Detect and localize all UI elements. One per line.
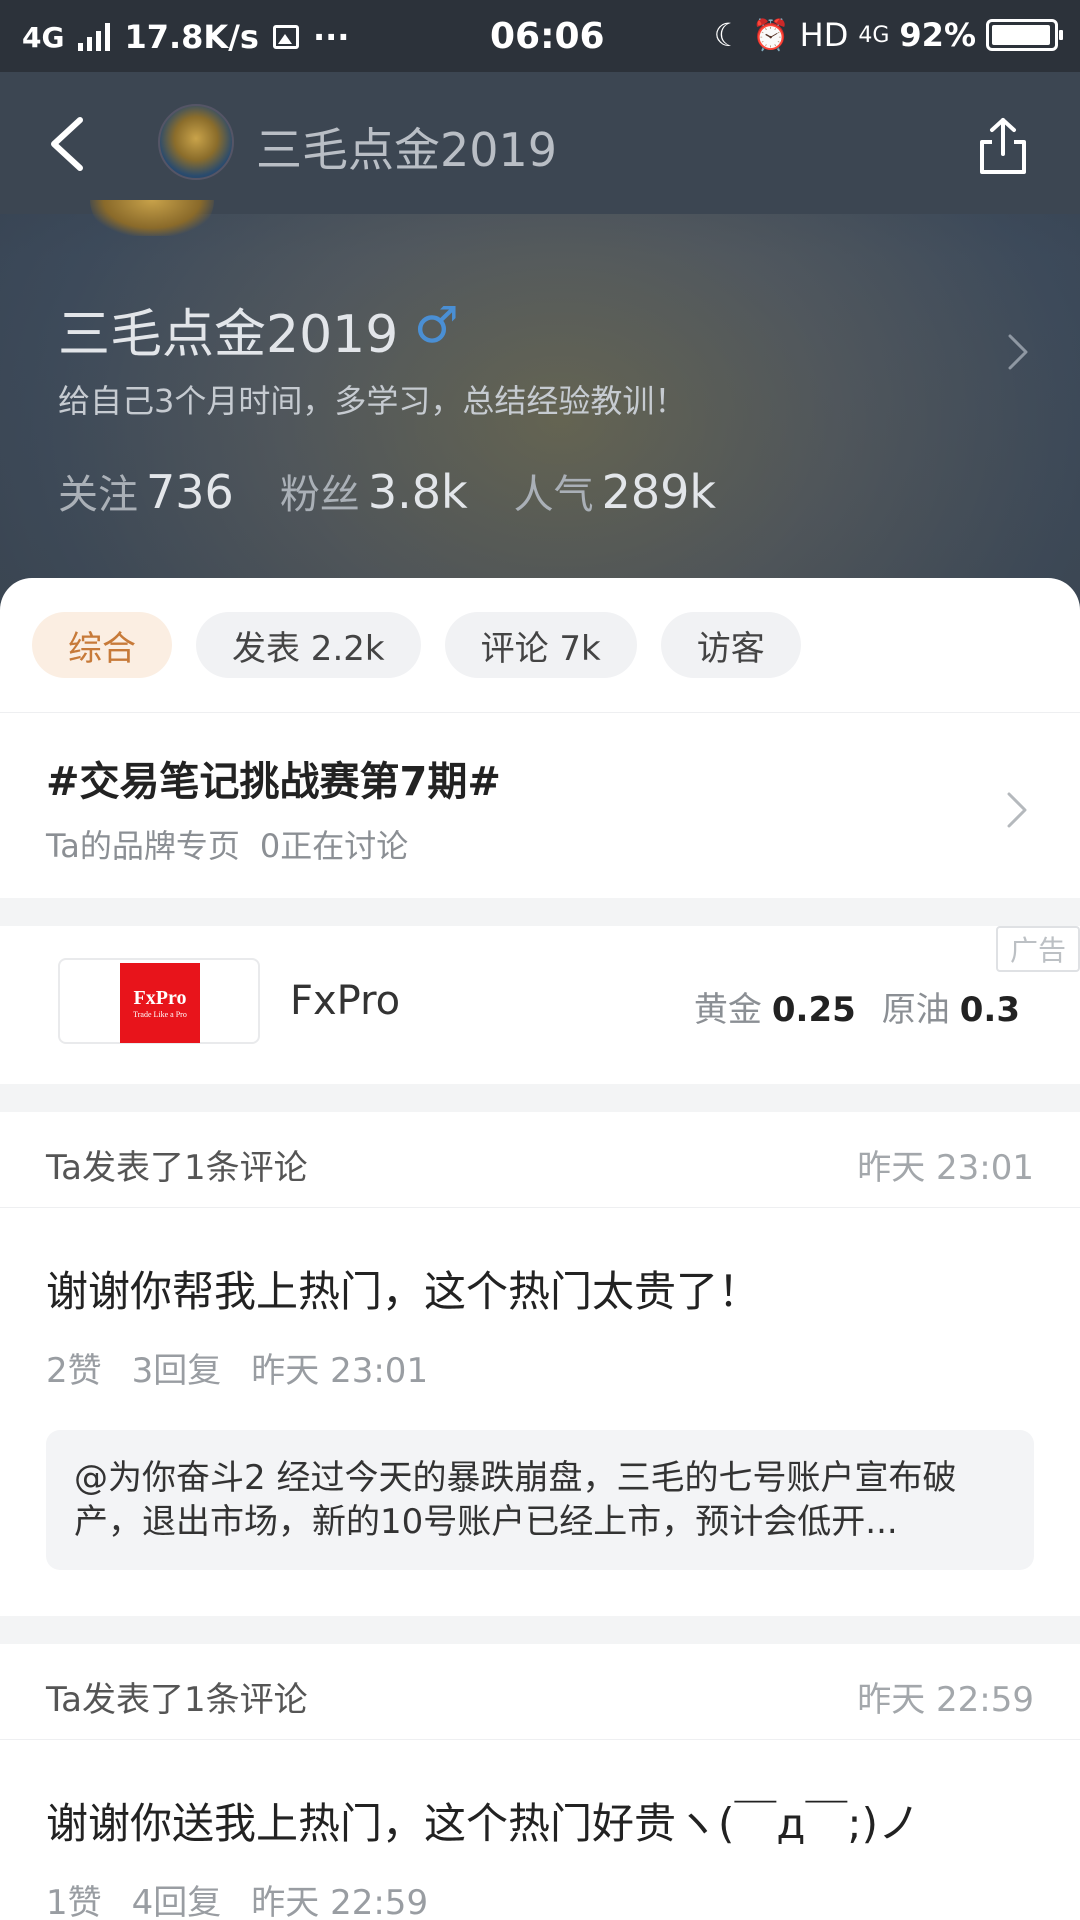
post-header-title: Ta发表了1条评论 <box>46 1148 308 1188</box>
post-likes[interactable]: 1赞 <box>46 1875 102 1920</box>
post-text: 谢谢你帮我上热门，这个热门太贵了！ <box>46 1267 761 1316</box>
alarm-icon: ⏰ <box>752 17 790 53</box>
topic-card[interactable]: #交易笔记挑战赛第7期# Ta的品牌专页 0正在讨论 <box>0 712 1080 898</box>
stat-value: 3.8k <box>367 465 468 519</box>
topic-discussing-count: 0正在讨论 <box>259 827 409 865</box>
ad-badge: 广告 <box>996 926 1080 972</box>
stat-popularity[interactable]: 人气 289k <box>514 462 716 520</box>
quote-oil: 原油 0.3 <box>881 990 1020 1030</box>
ad-quotes: 黄金 0.25 原油 0.3 <box>694 982 1020 1031</box>
comment-post[interactable]: Ta发表了1条评论 昨天 22:59 谢谢你送我上热门，这个热门好贵ヽ(￣д￣;… <box>0 1644 1080 1920</box>
ad-name: FxPro <box>290 978 401 1024</box>
clock: 06:06 <box>490 16 605 57</box>
post-replies[interactable]: 3回复 <box>132 1343 222 1392</box>
nav-title: 三毛点金2019 <box>256 123 558 177</box>
image-notification-icon <box>272 25 299 49</box>
post-header-time: 昨天 22:59 <box>857 1680 1034 1720</box>
nav-bar: 三毛点金2019 <box>0 72 1080 214</box>
stat-value: 289k <box>601 465 717 519</box>
hd-indicator: HD <box>799 16 849 54</box>
nav-avatar[interactable] <box>158 104 234 180</box>
fxpro-logo: FxPro Trade Like a Pro <box>120 963 200 1043</box>
topic-brand-page: Ta的品牌专页 <box>46 827 240 865</box>
post-time: 昨天 23:01 <box>251 1351 429 1391</box>
profile-avatar[interactable] <box>90 200 214 236</box>
tab-posts[interactable]: 发表 2.2k <box>196 612 421 678</box>
post-time: 昨天 22:59 <box>251 1883 429 1920</box>
post-header-time: 昨天 23:01 <box>857 1148 1034 1188</box>
ad-card[interactable]: FxPro Trade Like a Pro FxPro 黄金 0.25 原油 0.… <box>0 926 1080 1084</box>
quoted-comment[interactable]: @为你奋斗2 经过今天的暴跌崩盘，三毛的七号账户宣布破产，退出市场，新的10号账… <box>46 1430 1034 1570</box>
tab-visitors[interactable]: 访客 <box>660 612 801 678</box>
filter-tabs: 综合 发表 2.2k 评论 7k 访客 <box>0 578 1080 712</box>
stat-label: 粉丝 <box>279 472 360 518</box>
ad-logo-frame: FxPro Trade Like a Pro <box>58 958 260 1044</box>
stat-fans[interactable]: 粉丝 3.8k <box>280 462 468 520</box>
back-arrow-icon[interactable] <box>46 116 90 172</box>
comment-post[interactable]: Ta发表了1条评论 昨天 23:01 谢谢你帮我上热门，这个热门太贵了！ 2赞 … <box>0 1112 1080 1616</box>
content: 综合 发表 2.2k 评论 7k 访客 #交易笔记挑战赛第7期# Ta的品牌专页… <box>0 578 1080 1920</box>
network-type: 4G <box>22 20 65 54</box>
post-text: 谢谢你送我上热门，这个热门好贵ヽ(￣д￣;)ノ <box>46 1799 920 1848</box>
profile-stats: 关注 736 粉丝 3.8k 人气 289k <box>58 462 716 520</box>
quote-gold: 黄金 0.25 <box>693 990 856 1030</box>
stat-value: 736 <box>146 465 234 519</box>
profile-name: 三毛点金2019 <box>58 305 399 365</box>
stat-following[interactable]: 关注 736 <box>58 462 234 520</box>
tab-overview[interactable]: 综合 <box>32 612 172 678</box>
battery-percent: 92% <box>899 16 976 54</box>
stat-label: 人气 <box>513 472 594 518</box>
tab-comments[interactable]: 评论 7k <box>444 612 637 678</box>
share-icon[interactable] <box>978 116 1028 176</box>
signal-icon <box>78 23 111 51</box>
network-4g-indicator: 4G <box>858 22 890 48</box>
topic-title: #交易笔记挑战赛第7期# <box>46 759 501 805</box>
profile-detail-chevron-icon[interactable] <box>1006 332 1030 372</box>
post-replies[interactable]: 4回复 <box>132 1875 222 1920</box>
stat-label: 关注 <box>58 472 138 518</box>
post-header-title: Ta发表了1条评论 <box>46 1680 308 1720</box>
chevron-right-icon <box>1007 792 1027 828</box>
status-bar: 4G 17.8K/s ··· 06:06 ☾ ⏰ HD 4G 92% <box>0 0 1080 72</box>
moon-icon: ☾ <box>713 16 743 54</box>
male-gender-icon: ♂ <box>414 296 459 354</box>
battery-icon <box>986 19 1063 51</box>
post-likes[interactable]: 2赞 <box>46 1343 102 1392</box>
profile-bio: 给自己3个月时间，多学习，总结经验教训！ <box>58 382 687 420</box>
network-speed: 17.8K/s <box>124 18 259 56</box>
more-notifications: ··· <box>312 18 350 56</box>
